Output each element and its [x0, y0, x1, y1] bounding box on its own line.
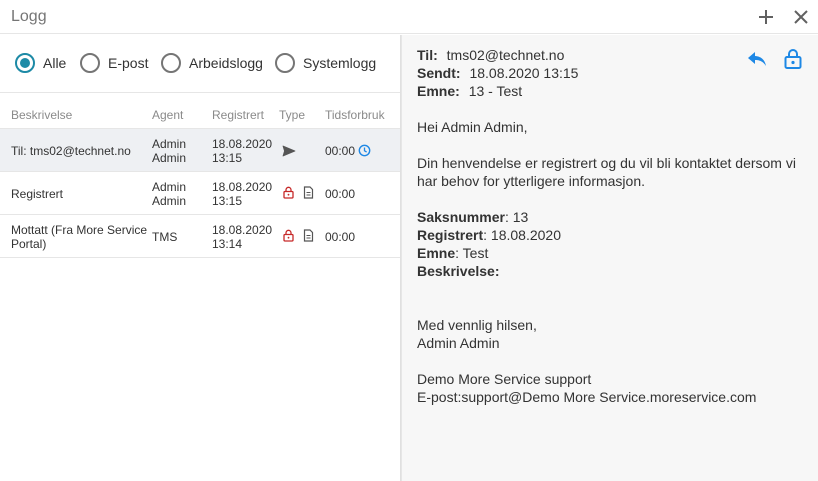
mail-description: Beskrivelse:: [417, 262, 812, 280]
table-row[interactable]: Til: tms02@technet.no Admin Admin 18.08.…: [0, 129, 400, 172]
radio-indicator: [275, 53, 295, 73]
mail-subject-value: 13 - Test: [468, 83, 523, 99]
registered-label: Registrert: [417, 227, 484, 243]
row-registered-time: 13:15: [212, 194, 243, 208]
row-time-spent: 00:00: [325, 144, 356, 158]
row-registered-date: 18.08.2020: [212, 223, 273, 237]
mail-sent-line: Sendt: 18.08.2020 13:15: [417, 64, 578, 82]
description-colon: :: [494, 263, 500, 279]
plus-icon[interactable]: [755, 6, 777, 28]
log-list-panel: Alle E-post Arbeidslogg Systemlogg Beskr…: [0, 35, 401, 481]
log-filter-group: Alle E-post Arbeidslogg Systemlogg: [0, 35, 400, 93]
filter-radio-systemlogg[interactable]: Systemlogg: [275, 52, 376, 74]
mail-greeting: Hei Admin Admin,: [417, 119, 528, 135]
row-description: Til: tms02@technet.no: [11, 144, 131, 158]
clock-icon: [358, 144, 371, 162]
row-time-spent: 00:00: [325, 187, 356, 201]
radio-indicator: [15, 53, 35, 73]
filter-label: Alle: [43, 55, 67, 71]
send-icon: [282, 144, 296, 162]
row-registered-time: 13:15: [212, 151, 243, 165]
row-description: Registrert: [11, 187, 64, 201]
radio-indicator: [161, 53, 181, 73]
filter-radio-alle[interactable]: Alle: [15, 52, 66, 74]
mail-header: Til: tms02@technet.no Sendt: 18.08.2020 …: [417, 46, 578, 100]
lock-icon: [283, 186, 294, 204]
lock-icon: [283, 229, 294, 247]
mail-registered: Registrert: 18.08.2020: [417, 226, 812, 244]
mail-message: Din henvendelse er registrert og du vil …: [417, 155, 796, 189]
row-time-spent: 00:00: [325, 230, 356, 244]
description-label: Beskrivelse: [417, 263, 495, 279]
row-registered-date: 18.08.2020: [212, 137, 273, 151]
document-icon: [303, 186, 314, 204]
mail-signature-name: Admin Admin: [417, 335, 500, 351]
row-description: Mottatt (Fra More Service Portal): [11, 223, 148, 251]
column-header-tidsforbruk[interactable]: Tidsforbruk: [325, 108, 385, 122]
mail-case-number: Saksnummer: 13: [417, 208, 812, 226]
filter-label: Systemlogg: [303, 55, 377, 71]
mail-closing: Med vennlig hilsen,: [417, 317, 537, 333]
case-number-label: Saksnummer: [417, 209, 505, 225]
subject-value: : Test: [455, 245, 489, 261]
mail-subject-label: Emne:: [417, 83, 460, 99]
column-header-agent[interactable]: Agent: [152, 108, 183, 122]
radio-indicator: [80, 53, 100, 73]
mail-to-label: Til:: [417, 47, 438, 63]
mail-email-line: E-post:support@Demo More Service.moreser…: [417, 389, 757, 405]
mail-to-line: Til: tms02@technet.no: [417, 46, 578, 64]
table-row[interactable]: Registrert Admin Admin 18.08.2020 13:15 …: [0, 172, 400, 215]
subject-label: Emne: [417, 245, 456, 261]
case-number-value: : 13: [504, 209, 529, 225]
row-agent: Admin Admin: [152, 180, 187, 208]
log-table-header: Beskrivelse Agent Registrert Type Tidsfo…: [0, 93, 400, 129]
window-title: Logg: [11, 8, 47, 25]
row-agent: TMS: [152, 230, 178, 244]
unlock-icon[interactable]: [781, 47, 805, 71]
document-icon: [303, 229, 314, 247]
mail-sent-label: Sendt:: [417, 65, 461, 81]
column-header-beskrivelse[interactable]: Beskrivelse: [11, 108, 72, 122]
mail-company: Demo More Service support: [417, 371, 592, 387]
row-registered-date: 18.08.2020: [212, 180, 273, 194]
filter-radio-arbeidslogg[interactable]: Arbeidslogg: [161, 52, 263, 74]
window-titlebar: Logg: [0, 0, 818, 34]
mail-to-value: tms02@technet.no: [446, 47, 565, 63]
filter-label: E-post: [108, 55, 149, 71]
filter-label: Arbeidslogg: [189, 55, 263, 71]
column-header-registrert[interactable]: Registrert: [212, 108, 264, 122]
row-agent: Admin Admin: [152, 137, 187, 165]
log-detail-panel: Til: tms02@technet.no Sendt: 18.08.2020 …: [401, 35, 818, 481]
mail-subject: Emne: Test: [417, 244, 812, 262]
mail-body: Hei Admin Admin, Din henvendelse er regi…: [417, 118, 812, 406]
registered-value: : 18.08.2020: [483, 227, 561, 243]
row-registered-time: 13:14: [212, 237, 243, 251]
mail-subject-line: Emne: 13 - Test: [417, 82, 578, 100]
mail-sent-value: 18.08.2020 13:15: [469, 65, 579, 81]
reply-icon[interactable]: [745, 47, 769, 71]
table-row[interactable]: Mottatt (Fra More Service Portal) TMS 18…: [0, 215, 400, 258]
column-header-type[interactable]: Type: [279, 108, 305, 122]
filter-radio-epost[interactable]: E-post: [80, 52, 148, 74]
close-icon[interactable]: [790, 6, 812, 28]
